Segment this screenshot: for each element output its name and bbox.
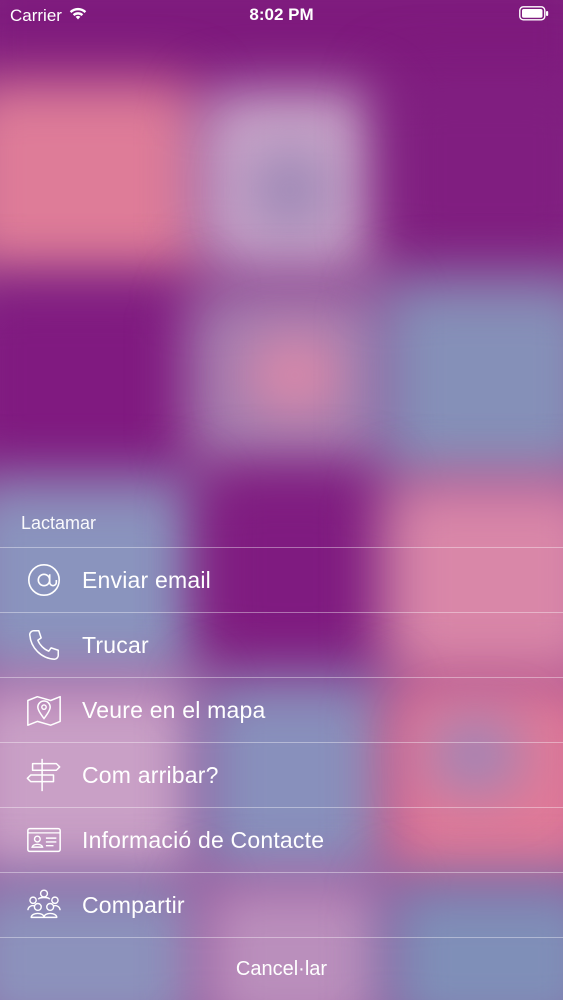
action-sheet-title: Lactamar (0, 495, 563, 548)
action-view-map[interactable]: Veure en el mapa (0, 678, 563, 743)
map-pin-icon (24, 690, 64, 730)
action-directions[interactable]: Com arribar? (0, 743, 563, 808)
action-label: Com arribar? (82, 761, 219, 788)
signpost-icon (24, 755, 64, 795)
battery-icon (519, 6, 549, 26)
action-label: Veure en el mapa (82, 696, 266, 723)
action-label: Enviar email (82, 566, 211, 593)
action-contact-info[interactable]: Informació de Contacte (0, 808, 563, 873)
status-bar: Carrier 8:02 PM (0, 0, 563, 30)
contact-card-icon (24, 820, 64, 860)
at-sign-icon (24, 560, 64, 600)
action-sheet: Lactamar Enviar email Trucar Veure en el… (0, 495, 563, 1000)
status-time: 8:02 PM (249, 5, 314, 24)
action-label: Informació de Contacte (82, 826, 325, 853)
cancel-button[interactable]: Cancel·lar (0, 938, 563, 1000)
action-share[interactable]: Compartir (0, 873, 563, 938)
action-label: Compartir (82, 891, 185, 918)
action-label: Trucar (82, 631, 149, 658)
phone-icon (24, 625, 64, 665)
people-group-icon (24, 885, 64, 925)
action-send-email[interactable]: Enviar email (0, 548, 563, 613)
action-call[interactable]: Trucar (0, 613, 563, 678)
